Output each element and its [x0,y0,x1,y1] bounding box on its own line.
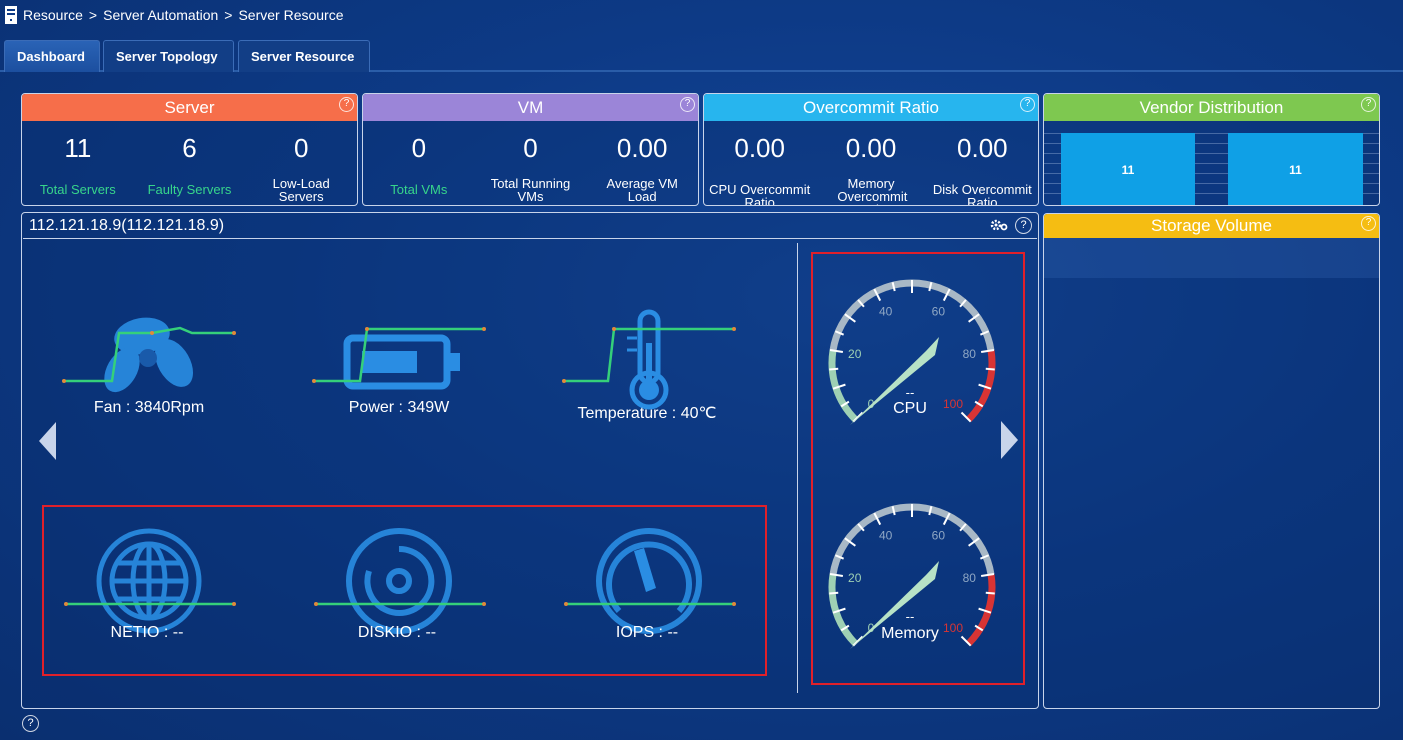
stat-memory-overcommit: 0.00 Memory Overcommit Ratio [815,121,926,205]
page-help-icon[interactable]: ? [22,715,39,732]
server-icon [5,6,17,24]
stat-label: Disk Overcommit Ratio [932,182,1032,206]
stat-label: Average VM Load [606,176,678,204]
breadcrumb-item-server-automation[interactable]: Server Automation [103,7,218,23]
stat-label: Low-Load Servers [272,176,330,204]
vendor-bar[interactable]: 11 [1228,133,1363,205]
breadcrumb: Resource > Server Automation > Server Re… [0,0,1403,30]
temperature-label: Temperature : 40℃ [577,405,717,422]
server-card: Server ? 11 Total Servers 6 Faulty Serve… [21,93,358,206]
tab-bar: Dashboard Server Topology Server Resourc… [0,38,1403,72]
stat-cpu-overcommit: 0.00 CPU Overcommit Ratio [704,121,815,206]
help-icon[interactable]: ? [680,97,695,112]
storage-volume-content [1044,238,1379,278]
stat-faulty-servers[interactable]: 6 Faulty Servers [134,121,246,205]
settings-icon[interactable] [990,218,1008,232]
stat-value: 0 [293,133,309,163]
stat-label: Total Servers [39,182,116,197]
breadcrumb-item-server-resource: Server Resource [238,7,344,23]
gauge-tick-label: 40 [879,304,893,318]
fan-speed-label: Fan : 3840Rpm [93,399,205,416]
tab-server-resource[interactable]: Server Resource [238,40,370,72]
server-ip-title: 112.121.18.9(112.121.18.9) [29,216,225,234]
vendor-card-header: Vendor Distribution ? [1044,94,1379,121]
gauge-tick-label: 60 [932,528,946,542]
stat-value: 0.00 [616,133,668,163]
vendor-bar-chart: 11 11 [1044,121,1379,205]
stat-label: Total Running VMs [490,176,571,204]
previous-arrow-icon[interactable] [39,422,56,460]
gauge-tick-label: 40 [879,528,893,542]
iops-label: IOPS : -- [615,624,679,641]
stat-disk-overcommit: 0.00 Disk Overcommit Ratio [927,121,1038,206]
gauge-tick-label: 60 [932,304,946,318]
gauge-tick-label: 80 [963,571,977,585]
speedometer-icon [564,528,736,634]
help-icon[interactable]: ? [1020,97,1035,112]
storage-volume-card: Storage Volume ? [1043,213,1380,709]
stat-label: Memory Overcommit Ratio [837,176,908,205]
breadcrumb-item-resource[interactable]: Resource [23,7,83,23]
vendor-distribution-card: Vendor Distribution ? 11 11 [1043,93,1380,206]
breadcrumb-separator: > [88,7,98,23]
gauge-tick-label: 80 [963,347,977,361]
cpu-gauge-label: CPU [893,400,927,417]
globe-icon [64,528,236,634]
stat-low-load-servers: 0 Low-Load Servers [245,121,357,205]
overcommit-card-title: Overcommit Ratio [802,97,940,117]
panel-divider [797,243,798,693]
stat-value: 0 [523,133,538,163]
help-icon[interactable]: ? [339,97,354,112]
help-icon[interactable]: ? [1361,216,1376,231]
panel-header: 112.121.18.9(112.121.18.9) ? [23,213,1037,239]
netio-label: NETIO : -- [110,624,184,641]
stat-average-vm-load: 0.00 Average VM Load [586,121,698,205]
storage-card-title: Storage Volume [1151,216,1272,235]
battery-icon [312,327,486,390]
stat-label: Faulty Servers [147,182,232,197]
vm-card-header: VM ? [363,94,698,121]
stat-value: 0.00 [957,133,1008,163]
help-icon[interactable]: ? [1361,97,1376,112]
stat-total-running-vms: 0 Total Running VMs [475,121,587,205]
server-card-header: Server ? [22,94,357,121]
stat-value: 0.00 [845,133,897,163]
vendor-bar[interactable]: 11 [1061,133,1195,205]
stat-label: CPU Overcommit Ratio [709,182,811,206]
server-detail-panel: 112.121.18.9(112.121.18.9) ? Fan : 3840R… [21,212,1039,709]
memory-gauge-value: -- [905,609,915,624]
vm-card: VM ? 0 Total VMs 0 Total Running VMs 0.0… [362,93,699,206]
storage-card-header: Storage Volume ? [1044,214,1379,238]
overcommit-card: Overcommit Ratio ? 0.00 CPU Overcommit R… [703,93,1039,206]
power-label: Power : 349W [348,399,450,416]
vendor-card-title: Vendor Distribution [1139,97,1284,117]
memory-gauge-label: Memory [881,625,939,642]
stat-value: 6 [182,133,197,163]
fan-icon [62,317,236,393]
stat-value: 0 [411,133,427,163]
stat-value: 0.00 [734,133,785,163]
cpu-gauge-value: -- [905,385,915,400]
diskio-label: DISKIO : -- [357,624,437,641]
disk-icon [314,528,486,634]
gauge-tick-label: 20 [848,347,862,361]
stat-total-vms[interactable]: 0 Total VMs [363,121,475,205]
help-icon[interactable]: ? [1015,217,1032,234]
stat-total-servers[interactable]: 11 Total Servers [22,121,134,205]
stat-value: 11 [64,133,92,163]
thermometer-icon [562,309,736,410]
gauge-tick-label: 20 [848,571,862,585]
server-card-title: Server [164,97,215,117]
stat-label: Total VMs [390,182,448,197]
overcommit-card-header: Overcommit Ratio ? [704,94,1038,121]
breadcrumb-separator: > [224,7,233,23]
tab-dashboard[interactable]: Dashboard [4,40,100,72]
vm-card-title: VM [517,97,544,117]
tab-server-topology[interactable]: Server Topology [103,40,234,72]
